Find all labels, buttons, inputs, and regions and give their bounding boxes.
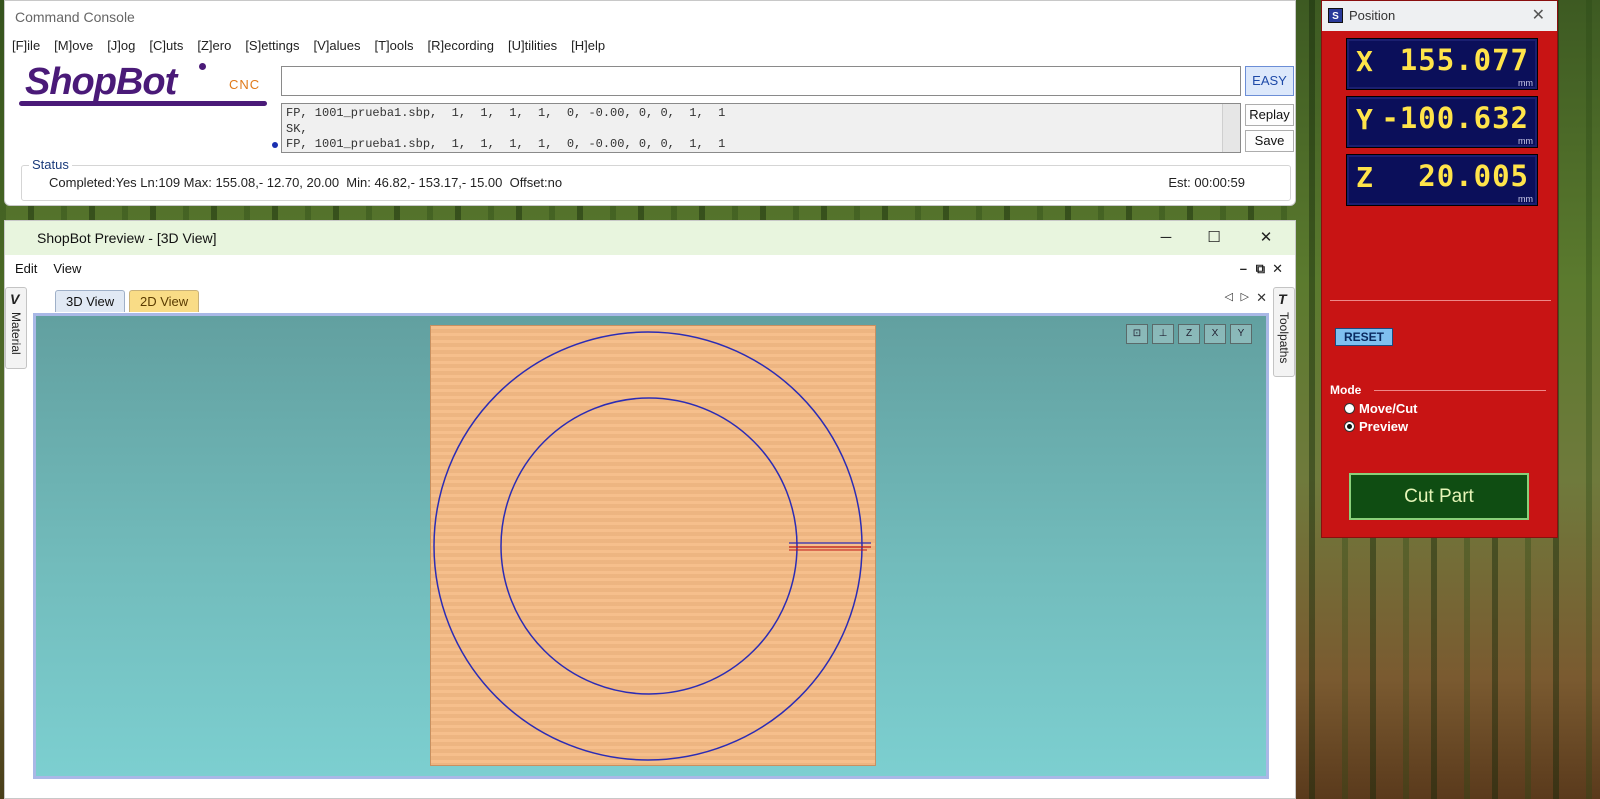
dro-axis-label: X — [1356, 45, 1373, 78]
console-title: Command Console — [15, 9, 135, 25]
dro-x[interactable]: X 155.077 mm — [1346, 38, 1538, 90]
position-close-icon[interactable]: ✕ — [1532, 1, 1545, 31]
mdi-restore-icon[interactable]: ⧉ — [1256, 261, 1265, 277]
close-icon[interactable]: ✕ — [1243, 221, 1289, 255]
iso-view-icon[interactable]: ⊥ — [1152, 324, 1174, 344]
radio-icon — [1344, 403, 1355, 414]
menu-view[interactable]: View — [53, 261, 81, 276]
preview-menubar: Edit View — [15, 261, 81, 276]
dro-value: 155.077 — [1399, 43, 1529, 77]
logo-underline — [19, 101, 267, 106]
position-title: Position — [1349, 8, 1396, 23]
estimated-time: Est: 00:00:59 — [1168, 175, 1245, 190]
tab-prev-icon[interactable]: ◁ — [1225, 290, 1233, 303]
view-toolbar: ⊡ ⊥ Z X Y — [1126, 324, 1252, 344]
mdi-close-icon[interactable]: ✕ — [1272, 261, 1283, 277]
divider — [1330, 300, 1551, 301]
tab-next-icon[interactable]: ▷ — [1241, 290, 1249, 303]
top-z-view-icon[interactable]: Z — [1178, 324, 1200, 344]
dro-unit: mm — [1518, 78, 1533, 88]
material-block — [430, 325, 876, 766]
log-line: SK, — [286, 121, 308, 136]
toolpaths-side-tab[interactable]: T Toolpaths — [1273, 287, 1295, 377]
log-scrollbar[interactable] — [1222, 104, 1240, 152]
dro-axis-label: Y — [1356, 103, 1373, 136]
menu-tools[interactable]: [T]ools — [375, 38, 414, 56]
logo-wordmark: ShopBot — [25, 61, 177, 103]
toolpaths-tab-icon: T — [1278, 291, 1287, 307]
3d-viewport[interactable]: ⊡ ⊥ Z X Y — [33, 313, 1269, 779]
position-window: S Position ✕ X 155.077 mm Y -100.632 mm … — [1321, 0, 1558, 538]
cut-part-button[interactable]: Cut Part — [1349, 473, 1529, 520]
mdi-minimize-icon[interactable]: – — [1240, 261, 1247, 276]
easy-button[interactable]: EASY — [1245, 66, 1294, 96]
menu-utilities[interactable]: [U]tilities — [508, 38, 557, 56]
logo-registered-mark — [199, 63, 206, 70]
material-tab-icon: V — [10, 291, 20, 307]
menu-zero[interactable]: [Z]ero — [197, 38, 231, 56]
mode-preview-label: Preview — [1359, 419, 1409, 434]
dro-unit: mm — [1518, 194, 1533, 204]
fit-view-icon[interactable]: ⊡ — [1126, 324, 1148, 344]
front-x-view-icon[interactable]: X — [1204, 324, 1226, 344]
logo-cnc: CNC — [229, 77, 261, 92]
preview-title: ShopBot Preview - [3D View] — [5, 221, 1295, 255]
tab-3d-view[interactable]: 3D View — [55, 290, 126, 312]
position-titlebar: S Position ✕ — [1322, 1, 1557, 31]
mode-move-cut-label: Move/Cut — [1359, 401, 1418, 416]
command-log[interactable]: FP, 1001_prueba1.sbp, 1, 1, 1, 1, 0, -0.… — [281, 103, 1241, 153]
material-side-tab[interactable]: V Material — [5, 287, 27, 369]
dro-y[interactable]: Y -100.632 mm — [1346, 96, 1538, 148]
preview-window: ShopBot Preview - [3D View] ─ ☐ ✕ Edit V… — [4, 220, 1296, 799]
toolpath-drawing — [433, 331, 871, 761]
menu-settings[interactable]: [S]ettings — [245, 38, 299, 56]
status-legend: Status — [29, 157, 72, 172]
mode-label: Mode — [1330, 383, 1362, 397]
save-button[interactable]: Save — [1245, 130, 1294, 152]
menu-help[interactable]: [H]elp — [571, 38, 605, 56]
maximize-icon[interactable]: ☐ — [1191, 221, 1237, 255]
dro-unit: mm — [1518, 136, 1533, 146]
side-y-view-icon[interactable]: Y — [1230, 324, 1252, 344]
dro-value: 20.005 — [1418, 159, 1529, 193]
outer-circle-toolpath — [433, 331, 863, 761]
command-console-window: Command Console [F]ile [M]ove [J]og [C]u… — [4, 0, 1296, 206]
dro-value: -100.632 — [1381, 101, 1529, 135]
menu-recording[interactable]: [R]ecording — [428, 38, 494, 56]
log-line: FP, 1001_prueba1.sbp, 1, 1, 1, 1, 0, -0.… — [286, 106, 726, 120]
shopbot-logo: ShopBot CNC — [17, 61, 269, 111]
mode-divider — [1374, 390, 1546, 391]
replay-button[interactable]: Replay — [1245, 104, 1294, 126]
mode-preview-radio[interactable]: Preview — [1344, 419, 1408, 434]
console-menubar: [F]ile [M]ove [J]og [C]uts [Z]ero [S]ett… — [12, 38, 605, 56]
command-input[interactable] — [281, 66, 1241, 96]
menu-jog[interactable]: [J]og — [107, 38, 135, 56]
position-app-icon: S — [1328, 8, 1343, 23]
mode-move-cut-radio[interactable]: Move/Cut — [1344, 401, 1418, 416]
tab-2d-view[interactable]: 2D View — [129, 290, 200, 312]
log-line: FP, 1001_prueba1.sbp, 1, 1, 1, 1, 0, -0.… — [286, 137, 726, 151]
menu-cuts[interactable]: [C]uts — [149, 38, 183, 56]
menu-move[interactable]: [M]ove — [54, 38, 93, 56]
material-tab-label: Material — [9, 312, 23, 355]
current-line-marker-icon — [272, 142, 278, 148]
radio-selected-icon — [1344, 421, 1355, 432]
menu-file[interactable]: [F]ile — [12, 38, 40, 56]
minimize-icon[interactable]: ─ — [1143, 221, 1189, 255]
menu-values[interactable]: [V]alues — [314, 38, 361, 56]
menu-edit[interactable]: Edit — [15, 261, 37, 276]
toolpaths-tab-label: Toolpaths — [1277, 312, 1291, 364]
status-text: Completed:Yes Ln:109 Max: 155.08,- 12.70… — [49, 175, 563, 190]
dro-z[interactable]: Z 20.005 mm — [1346, 154, 1538, 206]
inner-circle-toolpath — [500, 397, 798, 695]
reset-button[interactable]: RESET — [1335, 328, 1393, 346]
tab-close-icon[interactable]: ✕ — [1256, 290, 1267, 306]
dro-axis-label: Z — [1356, 161, 1373, 194]
